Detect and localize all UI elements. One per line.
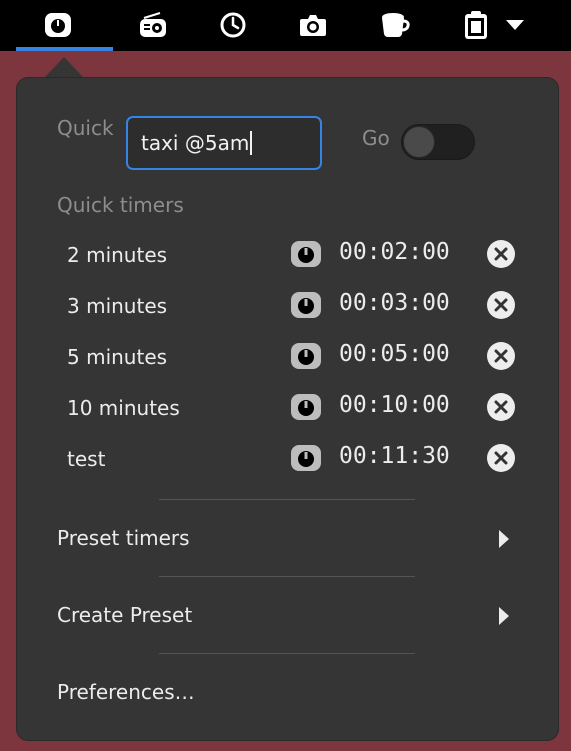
timer-icon xyxy=(290,342,322,374)
remove-timer-button[interactable] xyxy=(487,291,515,319)
coffee-cup-icon[interactable] xyxy=(380,10,410,40)
close-icon xyxy=(494,247,508,261)
timer-name: 5 minutes xyxy=(67,345,168,369)
timer-duration: 00:03:00 xyxy=(339,290,450,316)
top-panel xyxy=(0,0,571,51)
quick-timer-row[interactable]: test 00:11:30 xyxy=(57,439,527,479)
timer-duration: 00:11:30 xyxy=(339,443,450,469)
create-preset-label: Create Preset xyxy=(57,603,193,627)
preset-timers-submenu[interactable]: Preset timers xyxy=(57,523,527,553)
camera-icon[interactable] xyxy=(298,10,328,40)
text-caret xyxy=(250,131,253,155)
close-icon xyxy=(494,451,508,465)
timer-duration: 00:10:00 xyxy=(339,392,450,418)
quick-timer-input[interactable]: taxi @5am xyxy=(126,116,322,170)
remove-timer-button[interactable] xyxy=(487,240,515,268)
timer-name: 10 minutes xyxy=(67,396,180,420)
quick-timer-row[interactable]: 5 minutes 00:05:00 xyxy=(57,337,527,377)
clock-icon[interactable] xyxy=(218,10,248,40)
timer-name: 2 minutes xyxy=(67,243,168,267)
quick-timer-row[interactable]: 10 minutes 00:10:00 xyxy=(57,388,527,428)
active-indicator xyxy=(16,47,113,51)
timer-icon xyxy=(290,291,322,323)
create-preset-submenu[interactable]: Create Preset xyxy=(57,600,527,630)
timer-icon[interactable] xyxy=(43,10,73,40)
preset-timers-label: Preset timers xyxy=(57,526,190,550)
close-icon xyxy=(494,349,508,363)
timer-duration: 00:02:00 xyxy=(339,239,450,265)
menu-separator xyxy=(159,499,415,500)
timer-menu-popover: Quick taxi @5am Go Quick timers 2 minute… xyxy=(16,77,559,741)
preferences-menu-item[interactable]: Preferences… xyxy=(57,677,527,707)
remove-timer-button[interactable] xyxy=(487,342,515,370)
clipboard-icon[interactable] xyxy=(461,10,491,40)
remove-timer-button[interactable] xyxy=(487,444,515,472)
quick-timer-input-value: taxi @5am xyxy=(141,131,250,155)
go-toggle-knob xyxy=(403,126,435,158)
quick-timer-row[interactable]: 2 minutes 00:02:00 xyxy=(57,235,527,275)
menu-separator xyxy=(159,576,415,577)
timer-icon xyxy=(290,240,322,272)
quick-timer-row[interactable]: 3 minutes 00:03:00 xyxy=(57,286,527,326)
quick-label: Quick xyxy=(57,116,114,140)
remove-timer-button[interactable] xyxy=(487,393,515,421)
overflow-icon[interactable] xyxy=(560,10,571,40)
popover-arrow xyxy=(44,57,84,78)
close-icon xyxy=(494,298,508,312)
radio-icon[interactable] xyxy=(138,10,168,40)
menu-separator xyxy=(159,653,415,654)
submenu-arrow-icon xyxy=(499,530,509,548)
timer-name: 3 minutes xyxy=(67,294,168,318)
dropdown-arrow-icon[interactable] xyxy=(500,10,530,40)
timer-icon xyxy=(290,393,322,425)
go-toggle-switch[interactable] xyxy=(401,124,475,160)
timer-icon xyxy=(290,444,322,476)
submenu-arrow-icon xyxy=(499,607,509,625)
timer-duration: 00:05:00 xyxy=(339,341,450,367)
timer-name: test xyxy=(67,447,106,471)
go-label: Go xyxy=(362,126,390,150)
close-icon xyxy=(494,400,508,414)
quick-timers-heading: Quick timers xyxy=(57,193,184,217)
preferences-label: Preferences… xyxy=(57,680,195,704)
